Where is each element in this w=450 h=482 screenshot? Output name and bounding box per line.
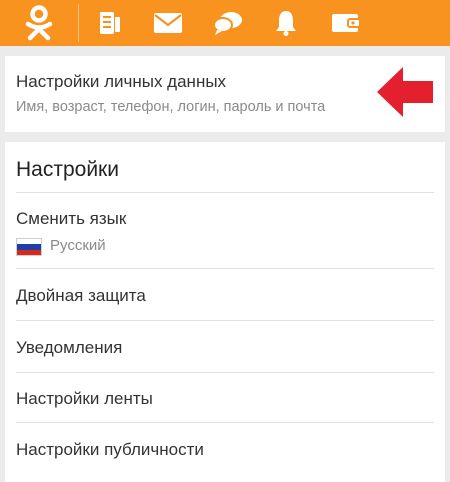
red-arrow-icon xyxy=(377,67,433,117)
russia-flag-icon xyxy=(16,238,42,256)
personal-data-subtitle: Имя, возраст, телефон, логин, пароль и п… xyxy=(16,99,326,115)
discussions-icon[interactable] xyxy=(208,0,248,46)
settings-item-publicity[interactable]: Настройки публичности xyxy=(16,422,434,475)
wallet-icon[interactable] xyxy=(326,0,366,46)
personal-data-settings[interactable]: Настройки личных данных Имя, возраст, те… xyxy=(5,56,445,132)
settings-item-label: Настройки публичности xyxy=(16,440,204,459)
settings-item-language[interactable]: Сменить язык Русский xyxy=(16,192,434,269)
settings-item-label: Сменить язык xyxy=(16,209,127,228)
ok-logo-icon[interactable] xyxy=(0,0,78,46)
settings-item-label: Двойная защита xyxy=(16,286,146,305)
settings-title: Настройки xyxy=(16,158,119,181)
settings-item-two-factor[interactable]: Двойная защита xyxy=(16,268,434,321)
settings-item-label: Настройки ленты xyxy=(16,389,153,408)
personal-data-title: Настройки личных данных xyxy=(16,72,227,91)
current-language: Русский xyxy=(50,237,106,254)
settings-item-feed[interactable]: Настройки ленты xyxy=(16,372,434,423)
messages-icon[interactable] xyxy=(148,0,188,46)
settings-item-label: Уведомления xyxy=(16,338,123,357)
top-app-bar xyxy=(0,0,450,46)
settings-card: Настройки Сменить язык Русский Двойная з… xyxy=(5,142,445,482)
settings-item-notifications[interactable]: Уведомления xyxy=(16,320,434,373)
feed-icon[interactable] xyxy=(90,0,130,46)
notifications-icon[interactable] xyxy=(266,0,306,46)
header-divider xyxy=(78,4,79,42)
